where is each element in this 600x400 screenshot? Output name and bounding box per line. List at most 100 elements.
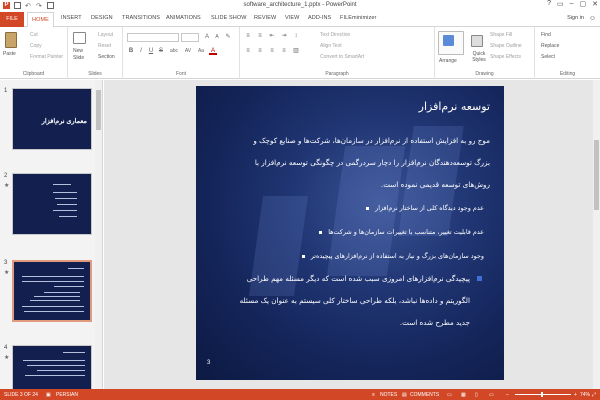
zoom-in-icon[interactable]: + bbox=[574, 392, 577, 398]
feedback-smiley-icon[interactable]: ☺ bbox=[589, 15, 596, 22]
line-spacing-icon[interactable]: ↕ bbox=[292, 32, 300, 40]
tab-transitions[interactable]: TRANSITIONS bbox=[122, 15, 160, 21]
slide-thumbnail-pane[interactable]: 1 معماری نرم‌افزار 2 ★ 3 ★ 4 ★ bbox=[0, 80, 103, 389]
align-right-icon[interactable]: ≡ bbox=[268, 47, 276, 55]
quick-styles-icon[interactable] bbox=[471, 35, 483, 47]
thumbnail-scrollbar[interactable] bbox=[95, 80, 102, 389]
grow-font-icon[interactable]: A bbox=[203, 33, 211, 41]
slide-paragraph-line[interactable]: روش‌های توسعه قدیمی نموده است. bbox=[210, 174, 490, 196]
convert-to-smartart-button[interactable]: Convert to SmartArt bbox=[320, 54, 364, 60]
sign-in-link[interactable]: Sign in bbox=[567, 15, 584, 21]
close-icon[interactable]: ✕ bbox=[592, 0, 598, 8]
reset-button[interactable]: Reset bbox=[98, 43, 111, 49]
tab-animations[interactable]: ANIMATIONS bbox=[166, 15, 201, 21]
quick-styles-button[interactable]: Quick Styles bbox=[468, 51, 490, 63]
language-indicator[interactable]: PERSIAN bbox=[56, 392, 78, 398]
increase-indent-icon[interactable]: ⇥ bbox=[280, 32, 288, 40]
reading-view-icon[interactable]: ▯ bbox=[475, 392, 478, 398]
align-left-icon[interactable]: ≡ bbox=[244, 47, 252, 55]
tab-insert[interactable]: INSERT bbox=[61, 15, 82, 21]
slide-sorter-icon[interactable]: ▦ bbox=[461, 392, 466, 398]
new-slide-button[interactable]: New bbox=[73, 48, 83, 54]
zoom-slider-handle[interactable] bbox=[541, 392, 543, 397]
comments-icon[interactable]: ▤ bbox=[402, 392, 407, 398]
tab-add-ins[interactable]: ADD-INS bbox=[308, 15, 331, 21]
slide-paragraph-line[interactable]: موج رو به افزایش استفاده از نرم‌افزار در… bbox=[210, 130, 490, 152]
paste-icon[interactable] bbox=[5, 32, 17, 48]
slide-bullet[interactable]: عدم قابلیت تغییر، متناسب با تغییرات سازم… bbox=[224, 228, 484, 236]
slide-bullet[interactable]: وجود سازمان‌های بزرگ و نیاز به استفاده ا… bbox=[224, 252, 484, 260]
tab-review[interactable]: REVIEW bbox=[254, 15, 276, 21]
arrange-button[interactable]: Arrange bbox=[439, 58, 457, 64]
justify-icon[interactable]: ≡ bbox=[280, 47, 288, 55]
minimize-icon[interactable]: – bbox=[570, 0, 574, 8]
strikethrough-button[interactable]: S bbox=[157, 47, 165, 55]
decrease-indent-icon[interactable]: ⇤ bbox=[268, 32, 276, 40]
notes-icon[interactable]: ≡ bbox=[372, 392, 375, 398]
zoom-out-icon[interactable]: – bbox=[506, 392, 509, 398]
section-button[interactable]: Section bbox=[98, 54, 115, 60]
help-icon[interactable]: ? bbox=[547, 0, 551, 8]
character-spacing-button[interactable]: AV bbox=[183, 47, 193, 55]
slide-bullet[interactable]: عدم وجود دیدگاه کلی از ساختار نرم‌افزار bbox=[224, 204, 484, 212]
text-shadow-button[interactable]: abc bbox=[168, 47, 180, 55]
text-direction-button[interactable]: Text Direction bbox=[320, 32, 350, 38]
shape-fill-button[interactable]: Shape Fill bbox=[490, 32, 512, 38]
replace-button[interactable]: Replace bbox=[541, 43, 559, 49]
font-name-field[interactable] bbox=[127, 33, 179, 42]
change-case-button[interactable]: Aa bbox=[196, 47, 206, 55]
numbering-icon[interactable]: ≡ bbox=[256, 32, 264, 40]
layout-button[interactable]: Layout bbox=[98, 32, 113, 38]
slideshow-view-icon[interactable]: ▭ bbox=[489, 392, 494, 398]
editor-scroll-knob[interactable] bbox=[594, 140, 599, 210]
align-text-button[interactable]: Align Text bbox=[320, 43, 342, 49]
slide-thumbnail-1[interactable]: معماری نرم‌افزار bbox=[12, 88, 92, 150]
arrange-icon[interactable] bbox=[443, 35, 454, 46]
slide-thumbnail-4[interactable] bbox=[12, 345, 92, 389]
underline-button[interactable]: U bbox=[147, 47, 155, 55]
italic-button[interactable]: I bbox=[137, 47, 145, 55]
ribbon-display-icon[interactable]: ▭ bbox=[557, 0, 564, 8]
notes-button[interactable]: NOTES bbox=[380, 392, 397, 398]
bold-button[interactable]: B bbox=[127, 47, 135, 55]
editor-scrollbar[interactable] bbox=[593, 80, 600, 389]
slide-paragraph-line[interactable]: الگوریتم و داده‌ها نباشد، بلکه طراحی ساخ… bbox=[206, 290, 470, 312]
format-painter-button[interactable]: Format Painter bbox=[30, 54, 63, 60]
comments-button[interactable]: COMMENTS bbox=[410, 392, 439, 398]
slide-thumbnail-3[interactable] bbox=[12, 260, 92, 322]
tab-file[interactable]: FILE bbox=[0, 12, 24, 27]
tab-view[interactable]: VIEW bbox=[285, 15, 299, 21]
zoom-slider[interactable] bbox=[515, 394, 571, 395]
shrink-font-icon[interactable]: A bbox=[213, 33, 221, 41]
slide-paragraph-line[interactable]: پیچیدگی نرم‌افزارهای امروزی سبب شده است … bbox=[206, 268, 470, 290]
thumbnail-scroll-knob[interactable] bbox=[96, 90, 101, 130]
cut-button[interactable]: Cut bbox=[30, 32, 38, 38]
font-size-field[interactable] bbox=[181, 33, 199, 42]
shape-outline-button[interactable]: Shape Outline bbox=[490, 43, 522, 49]
paste-button[interactable]: Paste bbox=[3, 51, 16, 57]
copy-button[interactable]: Copy bbox=[30, 43, 42, 49]
columns-icon[interactable]: ▥ bbox=[292, 47, 300, 55]
spellcheck-icon[interactable]: ▣ bbox=[46, 392, 51, 398]
tab-fileminimizer[interactable]: FILEminimizer bbox=[340, 15, 376, 21]
slide-thumbnail-2[interactable] bbox=[12, 173, 92, 235]
shape-effects-button[interactable]: Shape Effects bbox=[490, 54, 521, 60]
current-slide[interactable]: توسعه نرم‌افزار موج رو به افزایش استفاده… bbox=[196, 86, 504, 380]
maximize-icon[interactable]: ▢ bbox=[580, 0, 587, 8]
slide-title[interactable]: توسعه نرم‌افزار bbox=[419, 100, 490, 113]
slide-paragraph-line[interactable]: بزرگ توسعه‌دهندگان نرم‌افزار را دچار سرد… bbox=[210, 152, 490, 174]
tab-design[interactable]: DESIGN bbox=[91, 15, 113, 21]
find-button[interactable]: Find bbox=[541, 32, 551, 38]
select-button[interactable]: Select bbox=[541, 54, 555, 60]
font-color-button[interactable]: A bbox=[209, 47, 217, 55]
tab-slide-show[interactable]: SLIDE SHOW bbox=[211, 15, 247, 21]
normal-view-icon[interactable]: ▭ bbox=[447, 392, 452, 398]
slide-paragraph-line[interactable]: جدید مطرح شده است. bbox=[206, 312, 470, 334]
clear-formatting-icon[interactable]: ✎ bbox=[224, 33, 232, 41]
bullets-icon[interactable]: ≡ bbox=[244, 32, 252, 40]
tab-home[interactable]: HOME bbox=[27, 12, 54, 27]
zoom-level[interactable]: 74% bbox=[580, 392, 590, 398]
align-center-icon[interactable]: ≡ bbox=[256, 47, 264, 55]
fit-slide-icon[interactable]: ⤢ bbox=[592, 392, 596, 398]
new-slide-icon[interactable] bbox=[73, 32, 86, 44]
